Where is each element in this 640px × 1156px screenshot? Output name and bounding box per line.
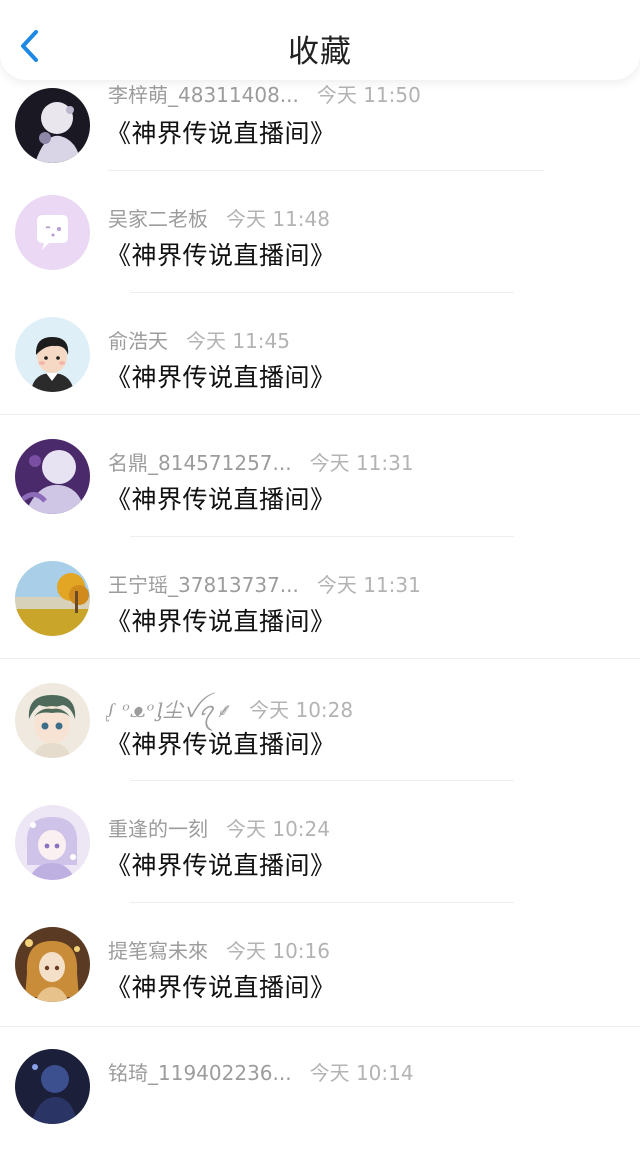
divider (108, 170, 544, 171)
timestamp: 今天 10:28 (249, 698, 354, 722)
list-item[interactable]: 王宁瑶_37813737... 今天 11:31 《神界传说直播间》 (0, 546, 640, 668)
list-item[interactable]: 铭琦_119402236... 今天 10:14 (0, 1034, 640, 1156)
message-text: 《神界传说直播间》 (106, 119, 336, 148)
sender-name: 俞浩天 (108, 329, 168, 353)
timestamp: 今天 11:31 (316, 573, 421, 597)
timestamp: 今天 10:24 (226, 817, 330, 841)
timestamp: 今天 11:45 (186, 329, 290, 353)
message-text: 《神界传说直播间》 (106, 607, 336, 636)
divider (130, 780, 514, 781)
sender-name: 重逢的一刻 (108, 817, 208, 841)
avatar[interactable] (15, 317, 90, 392)
sender-name: ᶘ ᵒᴥᵒᶅ尘ꪜꪖ⸙ (108, 698, 232, 722)
list-item[interactable]: 重逢的一刻 今天 10:24 《神界传说直播间》 (0, 790, 640, 912)
avatar[interactable] (15, 683, 90, 758)
divider (130, 292, 514, 293)
top-bar: 收藏 (0, 0, 640, 80)
message-text: 《神界传说直播间》 (106, 485, 336, 514)
message-text: 《神界传说直播间》 (106, 241, 336, 270)
timestamp: 今天 10:14 (309, 1061, 414, 1085)
avatar[interactable] (15, 561, 90, 636)
list-item[interactable]: 俞浩天 今天 11:45 《神界传说直播间》 (0, 302, 640, 424)
sender-name: 李梓萌_48311408... (108, 83, 299, 107)
avatar[interactable] (15, 805, 90, 880)
list-item[interactable]: ᶘ ᵒᴥᵒᶅ尘ꪜꪖ⸙ 今天 10:28 《神界传说直播间》 (0, 668, 640, 790)
sender-name: 铭琦_119402236... (108, 1061, 292, 1085)
list-item[interactable]: 提笔寫未來 今天 10:16 《神界传说直播间》 (0, 912, 640, 1034)
sender-name: 王宁瑶_37813737... (108, 573, 299, 597)
timestamp: 今天 11:50 (316, 83, 421, 107)
list-item[interactable]: 吴家二老板 今天 11:48 《神界传说直播间》 (0, 180, 640, 302)
divider (0, 1026, 640, 1027)
page-title: 收藏 (288, 34, 352, 70)
list-item[interactable]: 名鼎_814571257... 今天 11:31 《神界传说直播间》 (0, 424, 640, 546)
avatar[interactable] (15, 88, 90, 163)
message-text: 《神界传说直播间》 (106, 973, 336, 1002)
message-text: 《神界传说直播间》 (106, 730, 336, 759)
divider (130, 536, 514, 537)
sender-name: 提笔寫未來 (108, 939, 208, 963)
sender-name: 吴家二老板 (108, 207, 208, 231)
timestamp: 今天 10:16 (226, 939, 330, 963)
message-text: 《神界传说直播间》 (106, 851, 336, 880)
avatar[interactable] (15, 1049, 90, 1124)
divider (0, 658, 640, 659)
timestamp: 今天 11:31 (309, 451, 414, 475)
message-text: 《神界传说直播间》 (106, 363, 336, 392)
divider (130, 902, 514, 903)
sender-name: 名鼎_814571257... (108, 451, 292, 475)
avatar[interactable] (15, 195, 90, 270)
divider (0, 414, 640, 415)
avatar[interactable] (15, 927, 90, 1002)
avatar[interactable] (15, 439, 90, 514)
timestamp: 今天 11:48 (226, 207, 330, 231)
